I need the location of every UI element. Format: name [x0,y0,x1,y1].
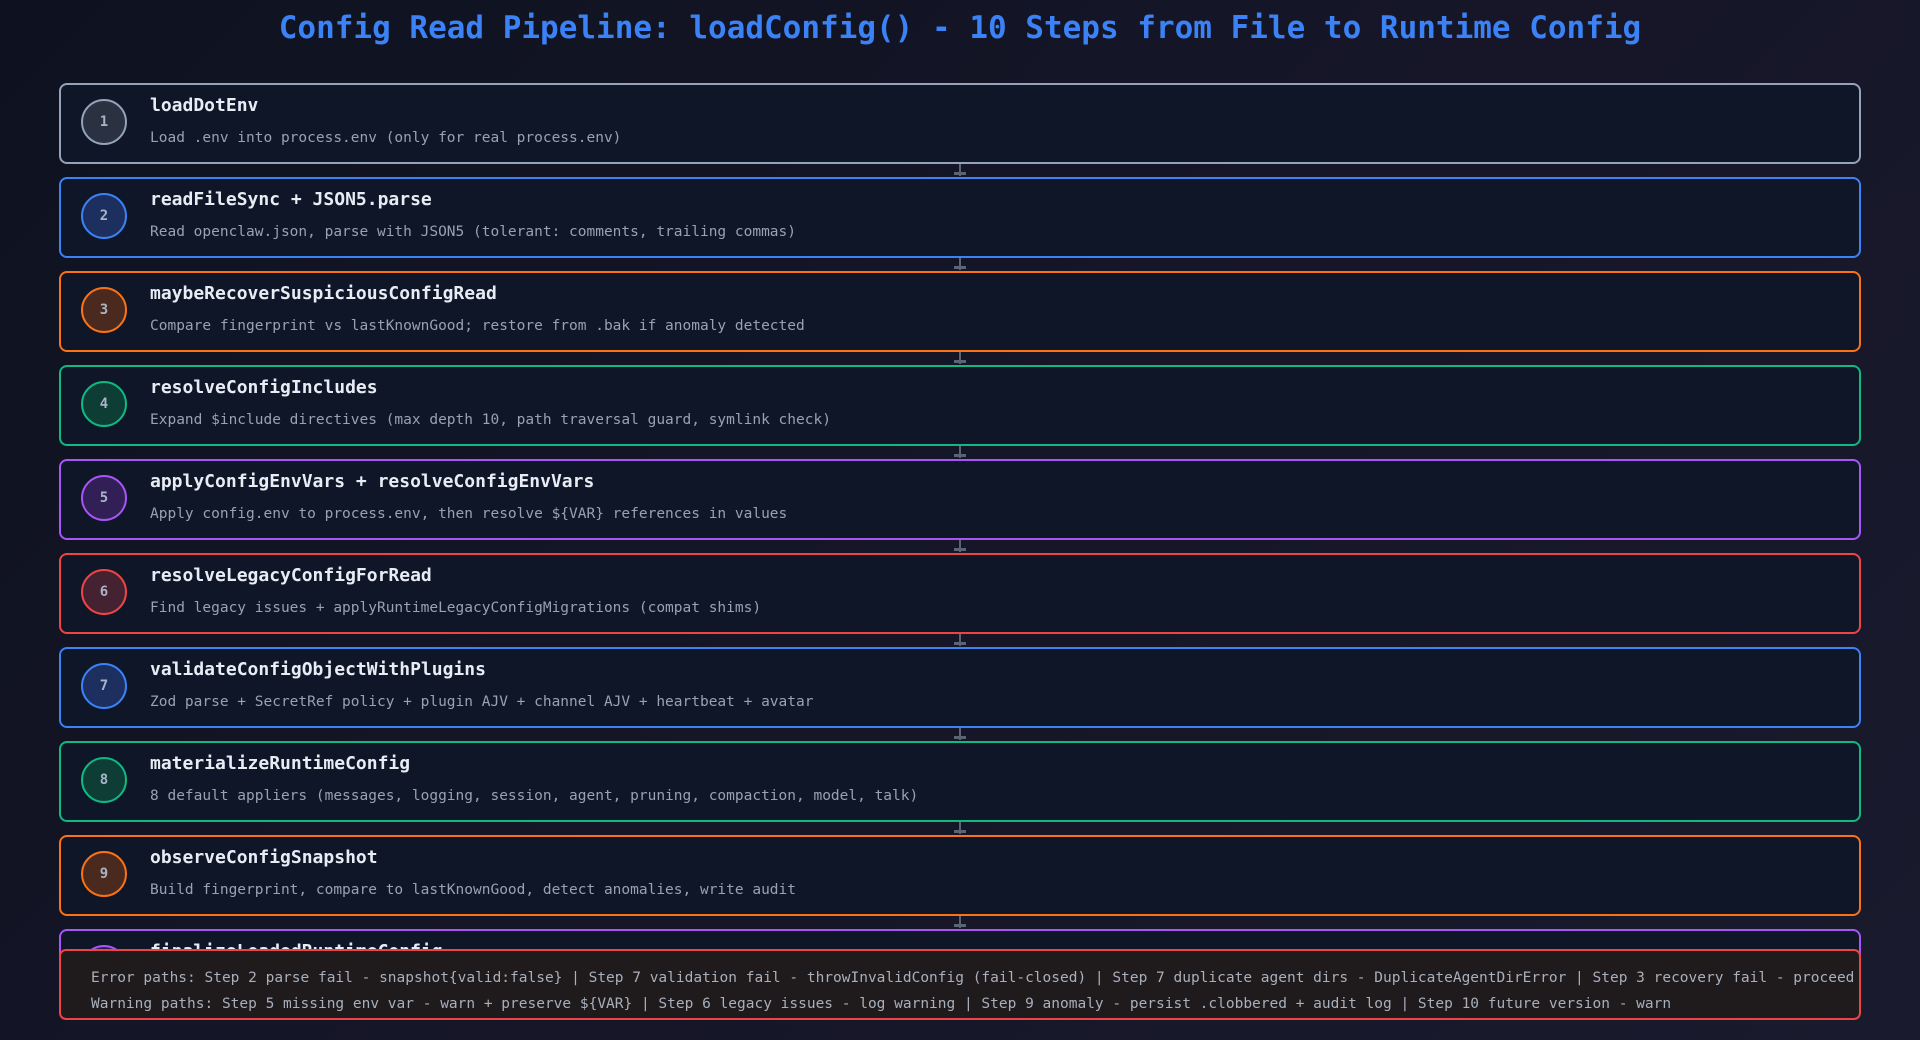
step-observe-snapshot: 9 observeConfigSnapshot Build fingerprin… [59,835,1861,916]
step-number-badge: 1 [81,99,127,145]
connector-arrow [954,352,966,364]
step-description: 8 default appliers (messages, logging, s… [150,788,919,804]
connector-arrow [954,728,966,740]
step-load-dot-env: 1 loadDotEnv Load .env into process.env … [59,83,1861,164]
connector-arrow [954,164,966,176]
step-number-badge: 2 [81,193,127,239]
error-paths-text: Error paths: Step 2 parse fail - snapsho… [91,970,1855,986]
connector-arrow [954,634,966,646]
step-name: maybeRecoverSuspiciousConfigRead [150,283,497,304]
step-description: Load .env into process.env (only for rea… [150,130,622,146]
connector-arrow [954,540,966,552]
warning-paths-text: Warning paths: Step 5 missing env var - … [91,996,1672,1012]
step-materialize-runtime: 8 materializeRuntimeConfig 8 default app… [59,741,1861,822]
step-name: observeConfigSnapshot [150,847,378,868]
step-description: Compare fingerprint vs lastKnownGood; re… [150,318,805,334]
step-number-badge: 3 [81,287,127,333]
step-name: materializeRuntimeConfig [150,753,411,774]
step-name: resolveConfigIncludes [150,377,378,398]
step-apply-env-vars: 5 applyConfigEnvVars + resolveConfigEnvV… [59,459,1861,540]
step-number-badge: 5 [81,475,127,521]
connector-arrow [954,916,966,928]
page-title: Config Read Pipeline: loadConfig() - 10 … [278,10,1642,46]
step-maybe-recover: 3 maybeRecoverSuspiciousConfigRead Compa… [59,271,1861,352]
step-description: Expand $include directives (max depth 10… [150,412,831,428]
step-description: Zod parse + SecretRef policy + plugin AJ… [150,694,814,710]
step-description: Read openclaw.json, parse with JSON5 (to… [150,224,797,240]
step-number-badge: 4 [81,381,127,427]
step-description: Find legacy issues + applyRuntimeLegacyC… [150,600,762,616]
step-number-badge: 7 [81,663,127,709]
step-number-badge: 9 [81,851,127,897]
step-read-file-sync: 2 readFileSync + JSON5.parse Read opencl… [59,177,1861,258]
step-number-badge: 8 [81,757,127,803]
step-resolve-includes: 4 resolveConfigIncludes Expand $include … [59,365,1861,446]
step-validate-config: 7 validateConfigObjectWithPlugins Zod pa… [59,647,1861,728]
step-name: applyConfigEnvVars + resolveConfigEnvVar… [150,471,595,492]
step-description: Apply config.env to process.env, then re… [150,506,788,522]
step-name: loadDotEnv [150,95,259,116]
connector-arrow [954,822,966,834]
step-name: resolveLegacyConfigForRead [150,565,432,586]
step-name: validateConfigObjectWithPlugins [150,659,486,680]
connector-arrow [954,258,966,270]
step-description: Build fingerprint, compare to lastKnownG… [150,882,797,898]
connector-arrow [954,446,966,458]
step-number-badge: 6 [81,569,127,615]
step-resolve-legacy: 6 resolveLegacyConfigForRead Find legacy… [59,553,1861,634]
error-warning-paths-panel: Error paths: Step 2 parse fail - snapsho… [59,949,1861,1020]
step-name: readFileSync + JSON5.parse [150,189,432,210]
